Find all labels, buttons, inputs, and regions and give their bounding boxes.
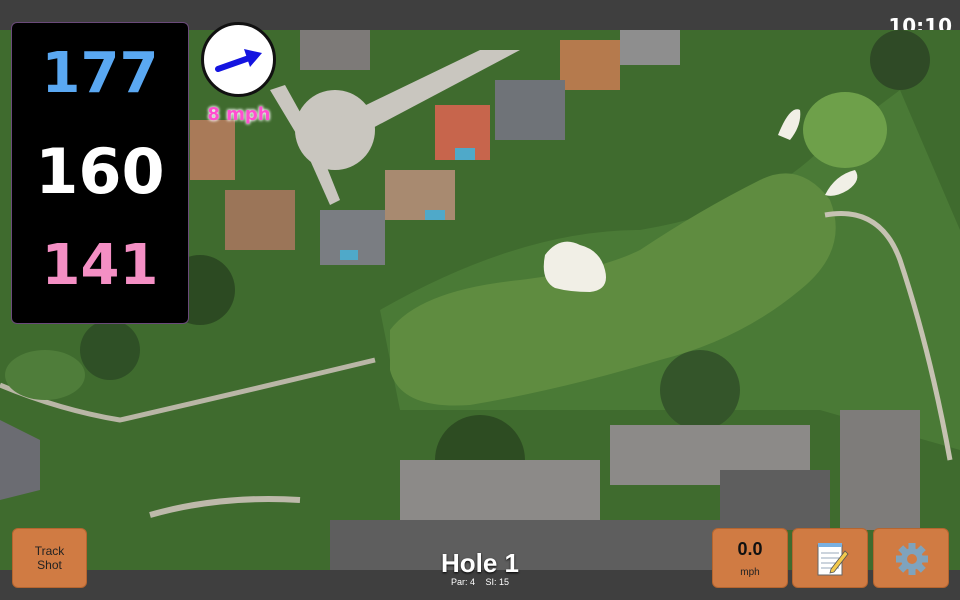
hole-info: Par: 4 SI: 15	[380, 577, 580, 587]
speed-value: 0.0	[737, 539, 763, 559]
stroke-index-label: SI: 15	[485, 577, 510, 587]
track-shot-button[interactable]: Track Shot	[12, 528, 87, 588]
par-label: Par: 4	[450, 577, 475, 587]
front-distance: 141	[41, 233, 159, 298]
speed-button[interactable]: 0.0 mph	[712, 528, 788, 588]
notes-button[interactable]	[792, 528, 868, 588]
back-distance: 177	[41, 41, 159, 106]
middle-distance: 160	[35, 135, 165, 208]
arrow-icon	[215, 49, 262, 72]
speed-unit: mph	[740, 567, 760, 578]
track-shot-label-line2: Shot	[37, 558, 62, 572]
track-shot-label-line1: Track	[34, 544, 65, 558]
notepad-icon	[817, 543, 849, 576]
wind-indicator	[201, 22, 276, 97]
hole-title: Hole 1	[440, 548, 520, 578]
gear-icon	[896, 543, 928, 575]
settings-button[interactable]	[873, 528, 949, 588]
distance-panel: 177 160 141	[11, 22, 189, 324]
wind-speed: 8 mph	[207, 104, 271, 125]
